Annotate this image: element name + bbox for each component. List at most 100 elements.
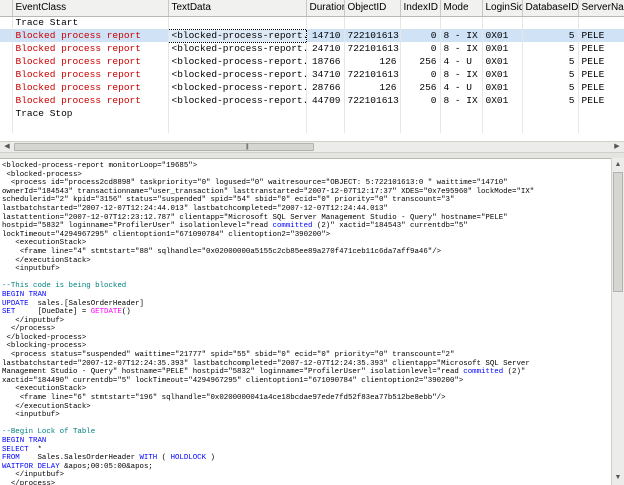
row-gutter: [0, 107, 13, 120]
code-line: lockTimeout="4294967295" clientoption1="…: [2, 230, 331, 239]
indexid-cell: 0: [400, 42, 441, 55]
column-header-loginsid[interactable]: LoginSid: [482, 0, 523, 17]
indexid-cell: 0: [400, 29, 441, 42]
databaseid-cell: 5: [522, 42, 579, 55]
duration-cell: 14710: [306, 29, 345, 42]
code-line: <process status="suspended" waittime="21…: [2, 351, 455, 360]
textdata-detail-pane[interactable]: <blocked-process-report monitorLoop="196…: [0, 158, 624, 485]
servername-cell: PELE: [578, 29, 624, 42]
code-line: </executionStack>: [2, 256, 91, 265]
scroll-right-arrow-icon[interactable]: ▶: [611, 142, 623, 152]
vertical-scroll-thumb[interactable]: [613, 172, 623, 292]
trace-stop-row[interactable]: Trace Stop: [0, 107, 624, 120]
textdata-xml: <blocked-process-report monitorLoop="196…: [2, 162, 610, 485]
trace-start-row[interactable]: Trace Start: [0, 16, 624, 29]
trace-grid[interactable]: EventClass TextData Duration ObjectID In…: [0, 0, 624, 141]
servername-cell: PELE: [578, 68, 624, 81]
indexid-cell: 256: [400, 55, 441, 68]
mode-cell: 8 - IX: [440, 29, 483, 42]
objectid-cell: 126: [344, 55, 401, 68]
code-line: --Begin Lock of Table: [2, 428, 96, 437]
scroll-left-arrow-icon[interactable]: ◀: [1, 142, 13, 152]
code-line: BEGIN TRAN: [2, 437, 47, 445]
code-line: <inputbuf>: [2, 411, 60, 420]
textdata-cell: <blocked-process-report...: [167, 28, 307, 43]
code-line: </blocked-process>: [2, 333, 87, 342]
column-header-objectid[interactable]: ObjectID: [344, 0, 401, 17]
column-header-eventclass[interactable]: EventClass: [12, 0, 169, 17]
code-line: </process>: [2, 479, 56, 485]
code-line: --This code is being blocked: [2, 282, 127, 291]
objectid-cell: 722101613: [344, 68, 401, 81]
code-line: lastbatchstarted="2007-12-07T12:24:44.01…: [2, 204, 388, 213]
duration-cell: 44709: [306, 94, 345, 107]
databaseid-cell: 5: [522, 55, 579, 68]
trace-event-row[interactable]: Blocked process report <blocked-process-r…: [0, 55, 624, 68]
code-line: lastattention="2007-12-07T12:23:12.787" …: [2, 213, 508, 222]
horizontal-scroll-thumb[interactable]: [14, 143, 314, 151]
code-line: <blocked-process-report monitorLoop="196…: [2, 162, 198, 170]
vertical-scrollbar[interactable]: ▲ ▼: [611, 158, 624, 485]
code-line: SELECT *: [2, 445, 42, 454]
scroll-up-arrow-icon[interactable]: ▲: [612, 159, 624, 171]
code-line: ownerId="184543" transactionname="user_t…: [2, 187, 535, 196]
servername-cell: PELE: [578, 81, 624, 94]
event-class-cell: Blocked process report: [12, 68, 169, 81]
mode-cell: 8 - IX: [440, 68, 483, 81]
trace-event-row[interactable]: Blocked process report <blocked-process-r…: [0, 81, 624, 94]
scroll-down-arrow-icon[interactable]: ▼: [612, 472, 624, 484]
mode-cell: 4 - U: [440, 55, 483, 68]
row-gutter: [0, 81, 13, 94]
event-class-cell: Blocked process report: [12, 55, 169, 68]
loginsid-cell: 0X01: [482, 94, 523, 107]
code-line: hostpid="5832" loginname="ProfilerUser" …: [2, 222, 468, 231]
servername-cell: PELE: [578, 42, 624, 55]
code-line: <blocking-process>: [2, 342, 87, 351]
code-line: SET [DueDate] = GETDATE(): [2, 308, 131, 317]
column-header-databaseid[interactable]: DatabaseID: [522, 0, 579, 17]
column-header-indexid[interactable]: IndexID: [400, 0, 441, 17]
textdata-cell: <blocked-process-report...: [168, 55, 307, 68]
row-gutter: [0, 68, 13, 81]
code-line: xactid="184490" currentdb="5" lockTimeou…: [2, 376, 464, 385]
row-gutter-header: [0, 0, 13, 17]
row-gutter: [0, 42, 13, 55]
column-header-textdata[interactable]: TextData: [168, 0, 307, 17]
indexid-cell: 0: [400, 94, 441, 107]
duration-cell: 34710: [306, 68, 345, 81]
servername-cell: PELE: [578, 94, 624, 107]
textdata-cell: <blocked-process-report...: [168, 81, 307, 94]
textdata-cell: <blocked-process-report...: [168, 94, 307, 107]
trace-event-row[interactable]: Blocked process report <blocked-process-r…: [0, 42, 624, 55]
row-gutter: [0, 29, 13, 42]
event-class-cell: Blocked process report: [12, 42, 169, 55]
trace-event-row[interactable]: Blocked process report <blocked-process-r…: [0, 28, 624, 43]
column-header-mode[interactable]: Mode: [440, 0, 483, 17]
databaseid-cell: 5: [522, 29, 579, 42]
mode-cell: 4 - U: [440, 81, 483, 94]
row-gutter: [0, 55, 13, 68]
code-line: lastbatchstarted="2007-12-07T12:24:35.39…: [2, 359, 530, 368]
column-header-duration[interactable]: Duration: [306, 0, 345, 17]
loginsid-cell: 0X01: [482, 55, 523, 68]
indexid-cell: 256: [400, 81, 441, 94]
code-line: </inputbuf>: [2, 471, 65, 480]
code-line: WAITFOR DELAY &apos;00:05:00&apos;: [2, 462, 153, 471]
code-line: </inputbuf>: [2, 316, 65, 325]
objectid-cell: 722101613: [344, 42, 401, 55]
scroll-grip-icon: |||: [246, 144, 249, 150]
mode-cell: 8 - IX: [440, 94, 483, 107]
databaseid-cell: 5: [522, 68, 579, 81]
trace-event-row[interactable]: Blocked process report <blocked-process-r…: [0, 68, 624, 81]
code-line: <frame line="4" stmtstart="88" sqlhandle…: [2, 247, 442, 256]
loginsid-cell: 0X01: [482, 29, 523, 42]
trace-stop-label: Trace Stop: [12, 107, 169, 120]
trace-start-label: Trace Start: [12, 16, 169, 29]
code-line: </executionStack>: [2, 402, 91, 411]
code-line: schedulerid="2" kpid="3156" status="susp…: [2, 196, 455, 205]
column-header-row: EventClass TextData Duration ObjectID In…: [0, 0, 624, 17]
loginsid-cell: 0X01: [482, 68, 523, 81]
column-header-servername[interactable]: ServerName: [578, 0, 624, 17]
horizontal-scrollbar[interactable]: ◀ ||| ▶: [0, 141, 624, 153]
trace-event-row[interactable]: Blocked process report <blocked-process-r…: [0, 94, 624, 107]
